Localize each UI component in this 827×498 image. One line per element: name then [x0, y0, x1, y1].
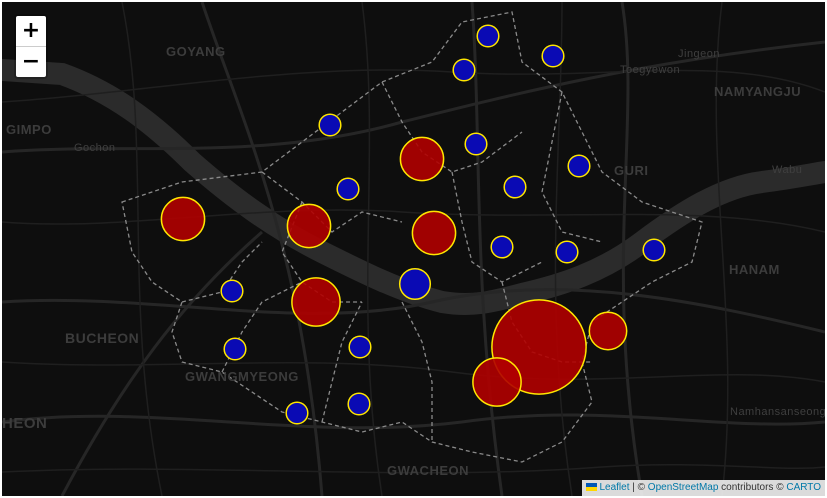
marker-circle[interactable] [472, 357, 522, 407]
carto-link[interactable]: CARTO [786, 482, 821, 493]
marker-circle[interactable] [399, 136, 445, 182]
marker-circle[interactable] [452, 58, 476, 82]
osm-link[interactable]: OpenStreetMap [648, 482, 719, 493]
basemap[interactable]: GOYANG GIMPO Gochon Jingeon Toegyewon NA… [2, 2, 825, 496]
place-label: GWACHEON [387, 463, 469, 478]
marker-circle[interactable] [347, 392, 371, 416]
marker-circle[interactable] [555, 240, 579, 264]
place-label: GIMPO [6, 122, 52, 137]
marker-circle[interactable] [223, 337, 247, 361]
place-label: GWANGMYEONG [185, 369, 299, 384]
marker-circle[interactable] [160, 196, 206, 242]
marker-circle[interactable] [476, 24, 500, 48]
place-label: Jingeon [678, 48, 720, 60]
marker-circle[interactable] [285, 401, 309, 425]
place-label: BUCHEON [65, 330, 139, 346]
place-label: NAMYANGJU [714, 84, 801, 99]
marker-circle[interactable] [503, 175, 527, 199]
attribution-bar: Leaflet | © OpenStreetMap contributors ©… [582, 480, 825, 496]
place-label: Namhansanseong [730, 406, 825, 418]
attribution-sep: | © [629, 482, 648, 493]
district-boundaries [121, 11, 703, 463]
place-label: GURI [614, 163, 649, 178]
attribution-contrib: contributors © [718, 482, 787, 493]
zoom-control: + − [14, 14, 48, 79]
marker-circle[interactable] [411, 210, 457, 256]
marker-circle[interactable] [220, 279, 244, 303]
map-container[interactable]: GOYANG GIMPO Gochon Jingeon Toegyewon NA… [2, 2, 825, 496]
place-label: HANAM [729, 262, 780, 277]
markers-layer [160, 24, 666, 425]
marker-circle[interactable] [588, 311, 628, 351]
marker-circle[interactable] [398, 267, 432, 301]
marker-circle[interactable] [490, 235, 514, 259]
marker-circle[interactable] [567, 154, 591, 178]
marker-circle[interactable] [642, 238, 666, 262]
place-label: HEON [2, 415, 47, 432]
marker-circle[interactable] [541, 44, 565, 68]
place-label: Toegyewon [620, 64, 680, 76]
ukraine-flag-icon [586, 483, 598, 491]
marker-circle[interactable] [464, 132, 488, 156]
marker-circle[interactable] [348, 335, 372, 359]
marker-circle[interactable] [318, 113, 342, 137]
place-label: GOYANG [166, 44, 226, 59]
marker-circle[interactable] [286, 203, 332, 249]
leaflet-link[interactable]: Leaflet [599, 482, 629, 493]
marker-circle[interactable] [336, 177, 360, 201]
zoom-out-button[interactable]: − [16, 47, 46, 77]
major-roads [2, 2, 825, 496]
place-label: Wabu [772, 164, 802, 176]
marker-circle[interactable] [291, 277, 341, 327]
place-label: Gochon [74, 142, 116, 154]
zoom-in-button[interactable]: + [16, 16, 46, 47]
